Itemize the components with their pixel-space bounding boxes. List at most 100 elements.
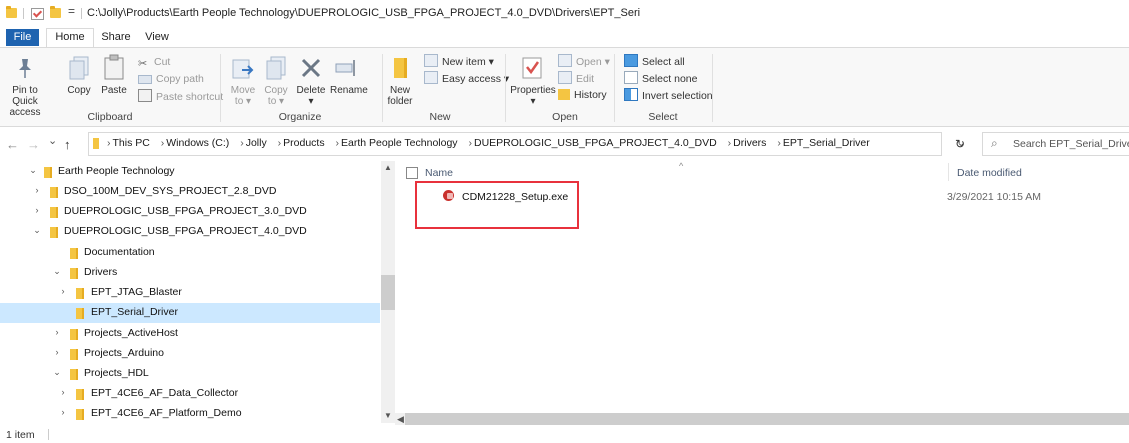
scroll-down-icon[interactable]: ▼: [384, 411, 392, 420]
chevron-right-icon[interactable]: ›: [52, 327, 62, 337]
tree-item-ept-jtag-blaster[interactable]: › EPT_JTAG_Blaster: [0, 283, 380, 303]
tree-item-documentation[interactable]: Documentation: [0, 243, 380, 263]
paste-shortcut-button[interactable]: Paste shortcut: [138, 89, 223, 104]
chevron-right-icon[interactable]: ›: [58, 286, 68, 296]
chevron-down-icon[interactable]: ⌄: [28, 165, 38, 176]
chevron-right-icon[interactable]: ›: [58, 407, 68, 417]
group-label-organize: Organize: [278, 111, 322, 123]
breadcrumb-drivers[interactable]: Drivers: [733, 137, 766, 149]
scissors-icon: ✂: [138, 58, 148, 70]
delete-label: Delete ▾: [296, 85, 326, 107]
column-header-name[interactable]: Name: [425, 167, 453, 179]
chevron-right-icon[interactable]: ›: [58, 387, 68, 397]
horizontal-scrollbar-thumb[interactable]: [405, 413, 1129, 425]
tab-file[interactable]: File: [6, 29, 39, 46]
tree-item-label: Projects_HDL: [84, 367, 149, 379]
history-button[interactable]: History: [558, 88, 607, 103]
open-button[interactable]: Open ▾: [558, 54, 610, 69]
divider: [712, 54, 713, 122]
quick-access-toolbar-dropdown[interactable]: =: [68, 4, 75, 18]
folder-icon: [76, 389, 84, 400]
properties-label: Properties ▾: [510, 85, 556, 107]
column-divider[interactable]: [948, 163, 949, 181]
invert-selection-button[interactable]: Invert selection: [624, 88, 713, 103]
open-label: Open ▾: [576, 56, 610, 68]
breadcrumb: › This PC › Windows (C:) › Jolly › Products …: [107, 137, 870, 149]
search-input[interactable]: ⌕ Search EPT_Serial_Driver: [982, 132, 1129, 156]
select-all-checkbox[interactable]: [406, 167, 418, 179]
tree-item-platform-demo[interactable]: › EPT_4CE6_AF_Platform_Demo: [0, 404, 380, 424]
select-none-button[interactable]: Select none: [624, 71, 697, 86]
group-label-open: Open: [552, 111, 578, 123]
breadcrumb-jolly[interactable]: Jolly: [246, 137, 267, 149]
copy-to-icon: [266, 56, 286, 80]
properties-icon: [522, 57, 542, 79]
divider: [614, 54, 615, 122]
folder-icon: [50, 227, 58, 238]
scroll-left-icon[interactable]: ◀: [397, 414, 404, 425]
select-all-button[interactable]: Select all: [624, 54, 685, 69]
paste-label: Paste: [101, 85, 127, 96]
tree-item-projects-hdl[interactable]: ⌄ Projects_HDL: [0, 364, 380, 384]
chevron-right-icon[interactable]: ›: [52, 347, 62, 357]
breadcrumb-products[interactable]: Products: [283, 137, 324, 149]
chevron-down-icon[interactable]: ⌄: [32, 225, 42, 236]
chevron-down-icon[interactable]: ⌄: [52, 367, 62, 378]
tree-item-earth-people-technology[interactable]: ⌄ Earth People Technology: [0, 162, 380, 182]
chevron-down-icon[interactable]: ⌄: [52, 266, 62, 277]
breadcrumb-project-4[interactable]: DUEPROLOGIC_USB_FPGA_PROJECT_4.0_DVD: [474, 137, 717, 149]
new-folder-icon[interactable]: [50, 6, 61, 18]
status-bar: 1 item: [0, 425, 1129, 443]
ribbon: Pin to Quick access Copy Paste ✂ Cut Copy…: [0, 47, 1129, 127]
recent-locations-button[interactable]: ⌄: [48, 134, 57, 147]
folder-icon: [93, 138, 99, 149]
edit-button[interactable]: Edit: [558, 71, 594, 86]
breadcrumb-ept-serial-driver[interactable]: EPT_Serial_Driver: [783, 137, 870, 149]
folder-icon: [70, 369, 78, 380]
divider: [220, 54, 221, 122]
tab-share[interactable]: Share: [98, 29, 134, 46]
breadcrumb-windows-c[interactable]: Windows (C:): [166, 137, 229, 149]
new-item-button[interactable]: New item ▾: [424, 54, 494, 69]
forward-button[interactable]: →: [27, 137, 40, 152]
easy-access-button[interactable]: Easy access ▾: [424, 71, 509, 86]
column-header-date-modified[interactable]: Date modified: [957, 167, 1022, 179]
scroll-up-icon[interactable]: ▲: [384, 163, 392, 172]
tree-item-ept-serial-driver[interactable]: EPT_Serial_Driver: [0, 303, 380, 323]
copy-icon: [69, 56, 89, 80]
properties-check-icon[interactable]: [31, 8, 44, 20]
tree-item-projects-arduino[interactable]: › Projects_Arduino: [0, 344, 380, 364]
move-to-label: Move to ▾: [230, 85, 256, 107]
new-folder-label: New folder: [387, 85, 413, 107]
open-icon: [558, 54, 572, 67]
tree-item-label: EPT_JTAG_Blaster: [91, 286, 182, 298]
breadcrumb-this-pc[interactable]: This PC: [113, 137, 150, 149]
tree-item-projects-activehost[interactable]: › Projects_ActiveHost: [0, 324, 380, 344]
back-button[interactable]: ←: [6, 137, 19, 152]
tree-item-dso-100m[interactable]: › DSO_100M_DEV_SYS_PROJECT_2.8_DVD: [0, 182, 380, 202]
folder-icon: [76, 288, 84, 299]
tree-item-data-collector[interactable]: › EPT_4CE6_AF_Data_Collector: [0, 384, 380, 404]
breadcrumb-earth-people-technology[interactable]: Earth People Technology: [341, 137, 458, 149]
address-bar[interactable]: › This PC › Windows (C:) › Jolly › Products …: [88, 132, 942, 156]
cut-button[interactable]: ✂ Cut: [138, 55, 170, 70]
tree-item-label: Projects_Arduino: [84, 347, 164, 359]
divider: [382, 54, 383, 122]
chevron-right-icon[interactable]: ›: [32, 185, 42, 195]
address-row: ← → ⌄ ↑ › This PC › Windows (C:) › Jolly › P…: [0, 127, 1129, 161]
easy-access-icon: [424, 71, 438, 84]
tree-item-drivers[interactable]: ⌄ Drivers: [0, 263, 380, 283]
tab-home[interactable]: Home: [46, 28, 94, 49]
navigation-scrollbar-thumb[interactable]: [381, 275, 395, 310]
tab-view[interactable]: View: [140, 29, 174, 46]
folder-icon: [6, 6, 17, 18]
tree-item-project-4[interactable]: ⌄ DUEPROLOGIC_USB_FPGA_PROJECT_4.0_DVD: [0, 222, 380, 242]
copy-path-button[interactable]: Copy path: [138, 72, 204, 87]
chevron-right-icon[interactable]: ›: [32, 205, 42, 215]
refresh-icon[interactable]: ↻: [950, 134, 970, 154]
up-button[interactable]: ↑: [64, 137, 71, 152]
tree-item-project-3[interactable]: › DUEPROLOGIC_USB_FPGA_PROJECT_3.0_DVD: [0, 202, 380, 222]
divider: [23, 8, 24, 19]
tree-item-label: EPT_4CE6_AF_Platform_Demo: [91, 407, 242, 419]
folder-icon: [70, 349, 78, 360]
